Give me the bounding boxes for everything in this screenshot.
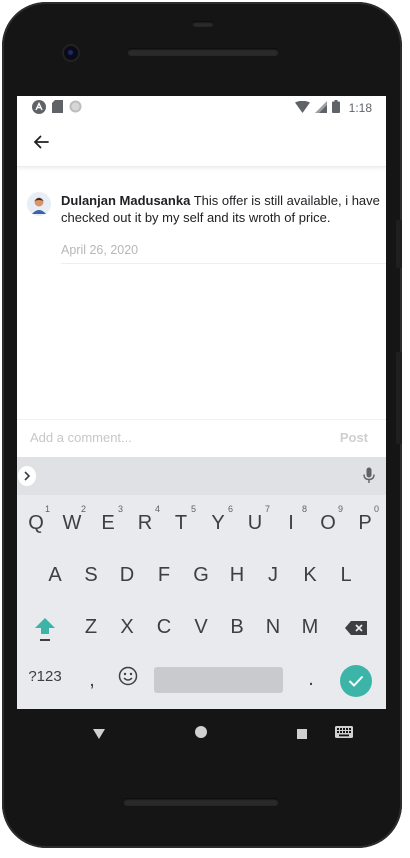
emoji-key[interactable]	[118, 666, 138, 691]
wifi-icon	[294, 100, 310, 116]
nav-recents-button[interactable]	[297, 726, 307, 744]
key-y[interactable]: Y	[200, 512, 236, 535]
microphone-button[interactable]	[363, 467, 375, 489]
suggestion-strip	[17, 457, 386, 495]
bottom-speaker	[123, 798, 279, 806]
backspace-icon	[345, 621, 367, 635]
key-n[interactable]: N	[255, 616, 291, 639]
backspace-key[interactable]	[344, 620, 368, 641]
key-z[interactable]: Z	[73, 616, 109, 639]
key-hint-7: 7	[265, 504, 271, 514]
key-p[interactable]: P	[347, 512, 383, 535]
sd-card-icon	[52, 100, 63, 116]
nav-home-button[interactable]	[195, 725, 207, 743]
comment-input[interactable]	[30, 430, 310, 445]
post-button[interactable]: Post	[340, 430, 368, 445]
comma-key[interactable]: ,	[74, 669, 110, 692]
key-d[interactable]: D	[109, 564, 145, 587]
key-h[interactable]: H	[219, 564, 255, 587]
shift-key[interactable]	[33, 615, 57, 645]
key-t[interactable]: T	[163, 512, 199, 535]
key-k[interactable]: K	[292, 564, 328, 587]
key-hint-4: 4	[155, 504, 161, 514]
key-a[interactable]: A	[37, 564, 73, 587]
key-x[interactable]: X	[109, 616, 145, 639]
comment-author[interactable]: Dulanjan Madusanka	[61, 193, 190, 208]
key-l[interactable]: L	[328, 564, 364, 587]
key-hint-5: 5	[191, 504, 197, 514]
app-notification-icon	[32, 99, 46, 117]
checkmark-icon	[348, 675, 364, 687]
expand-toolbar-button[interactable]	[18, 466, 36, 486]
key-q[interactable]: Q	[18, 512, 54, 535]
navigation-bar	[17, 709, 386, 753]
top-speaker	[127, 48, 279, 56]
arrow-left-icon	[33, 135, 49, 149]
shift-icon	[35, 618, 55, 641]
keyboard: Q W E R T Y U I O P 1 2 3 4 5 6 7 8 9 0 …	[17, 457, 386, 709]
circle-home-icon	[195, 726, 207, 738]
power-button	[396, 352, 402, 444]
key-hint-9: 9	[338, 504, 344, 514]
key-j[interactable]: J	[255, 564, 291, 587]
key-hint-8: 8	[302, 504, 308, 514]
key-v[interactable]: V	[183, 616, 219, 639]
app-bar	[17, 120, 386, 167]
microphone-icon	[363, 467, 375, 483]
comment-date: April 26, 2020	[61, 243, 139, 257]
comment-text: Dulanjan Madusanka This offer is still a…	[61, 192, 381, 226]
square-recents-icon	[297, 729, 307, 739]
key-f[interactable]: F	[146, 564, 182, 587]
key-e[interactable]: E	[90, 512, 126, 535]
key-c[interactable]: C	[146, 616, 182, 639]
status-bar: 1:18	[17, 96, 386, 120]
key-hint-2: 2	[81, 504, 87, 514]
nav-back-button[interactable]	[93, 726, 105, 744]
key-g[interactable]: G	[183, 564, 219, 587]
period-key[interactable]: .	[293, 668, 329, 691]
nav-keyboard-button[interactable]	[335, 725, 353, 743]
key-u[interactable]: U	[237, 512, 273, 535]
key-m[interactable]: M	[292, 616, 328, 639]
key-s[interactable]: S	[73, 564, 109, 587]
smiley-icon	[118, 666, 138, 686]
symbols-key[interactable]: ?123	[23, 668, 67, 685]
back-button[interactable]	[29, 130, 53, 154]
avatar[interactable]	[27, 192, 51, 216]
front-camera	[64, 46, 78, 60]
battery-icon	[331, 100, 340, 116]
triangle-down-icon	[93, 729, 105, 739]
keyboard-icon	[335, 726, 353, 738]
sync-dot-icon	[69, 100, 82, 116]
earpiece	[192, 21, 214, 27]
key-hint-3: 3	[118, 504, 124, 514]
key-hint-1: 1	[45, 504, 51, 514]
key-b[interactable]: B	[219, 616, 255, 639]
comment-composer: Post	[17, 419, 386, 458]
key-o[interactable]: O	[310, 512, 346, 535]
comment-divider	[61, 263, 386, 264]
key-hint-0: 0	[374, 504, 380, 514]
volume-button	[396, 220, 402, 268]
key-r[interactable]: R	[127, 512, 163, 535]
chevron-right-icon	[24, 471, 31, 481]
key-w[interactable]: W	[54, 512, 90, 535]
key-i[interactable]: I	[273, 512, 309, 535]
cellular-signal-icon	[314, 100, 327, 116]
screen: 1:18 Dulanjan Madusanka This offer is st…	[17, 96, 386, 709]
key-hint-6: 6	[228, 504, 234, 514]
status-time: 1:18	[348, 101, 372, 115]
enter-key[interactable]	[340, 665, 372, 697]
space-bar[interactable]	[154, 667, 283, 693]
